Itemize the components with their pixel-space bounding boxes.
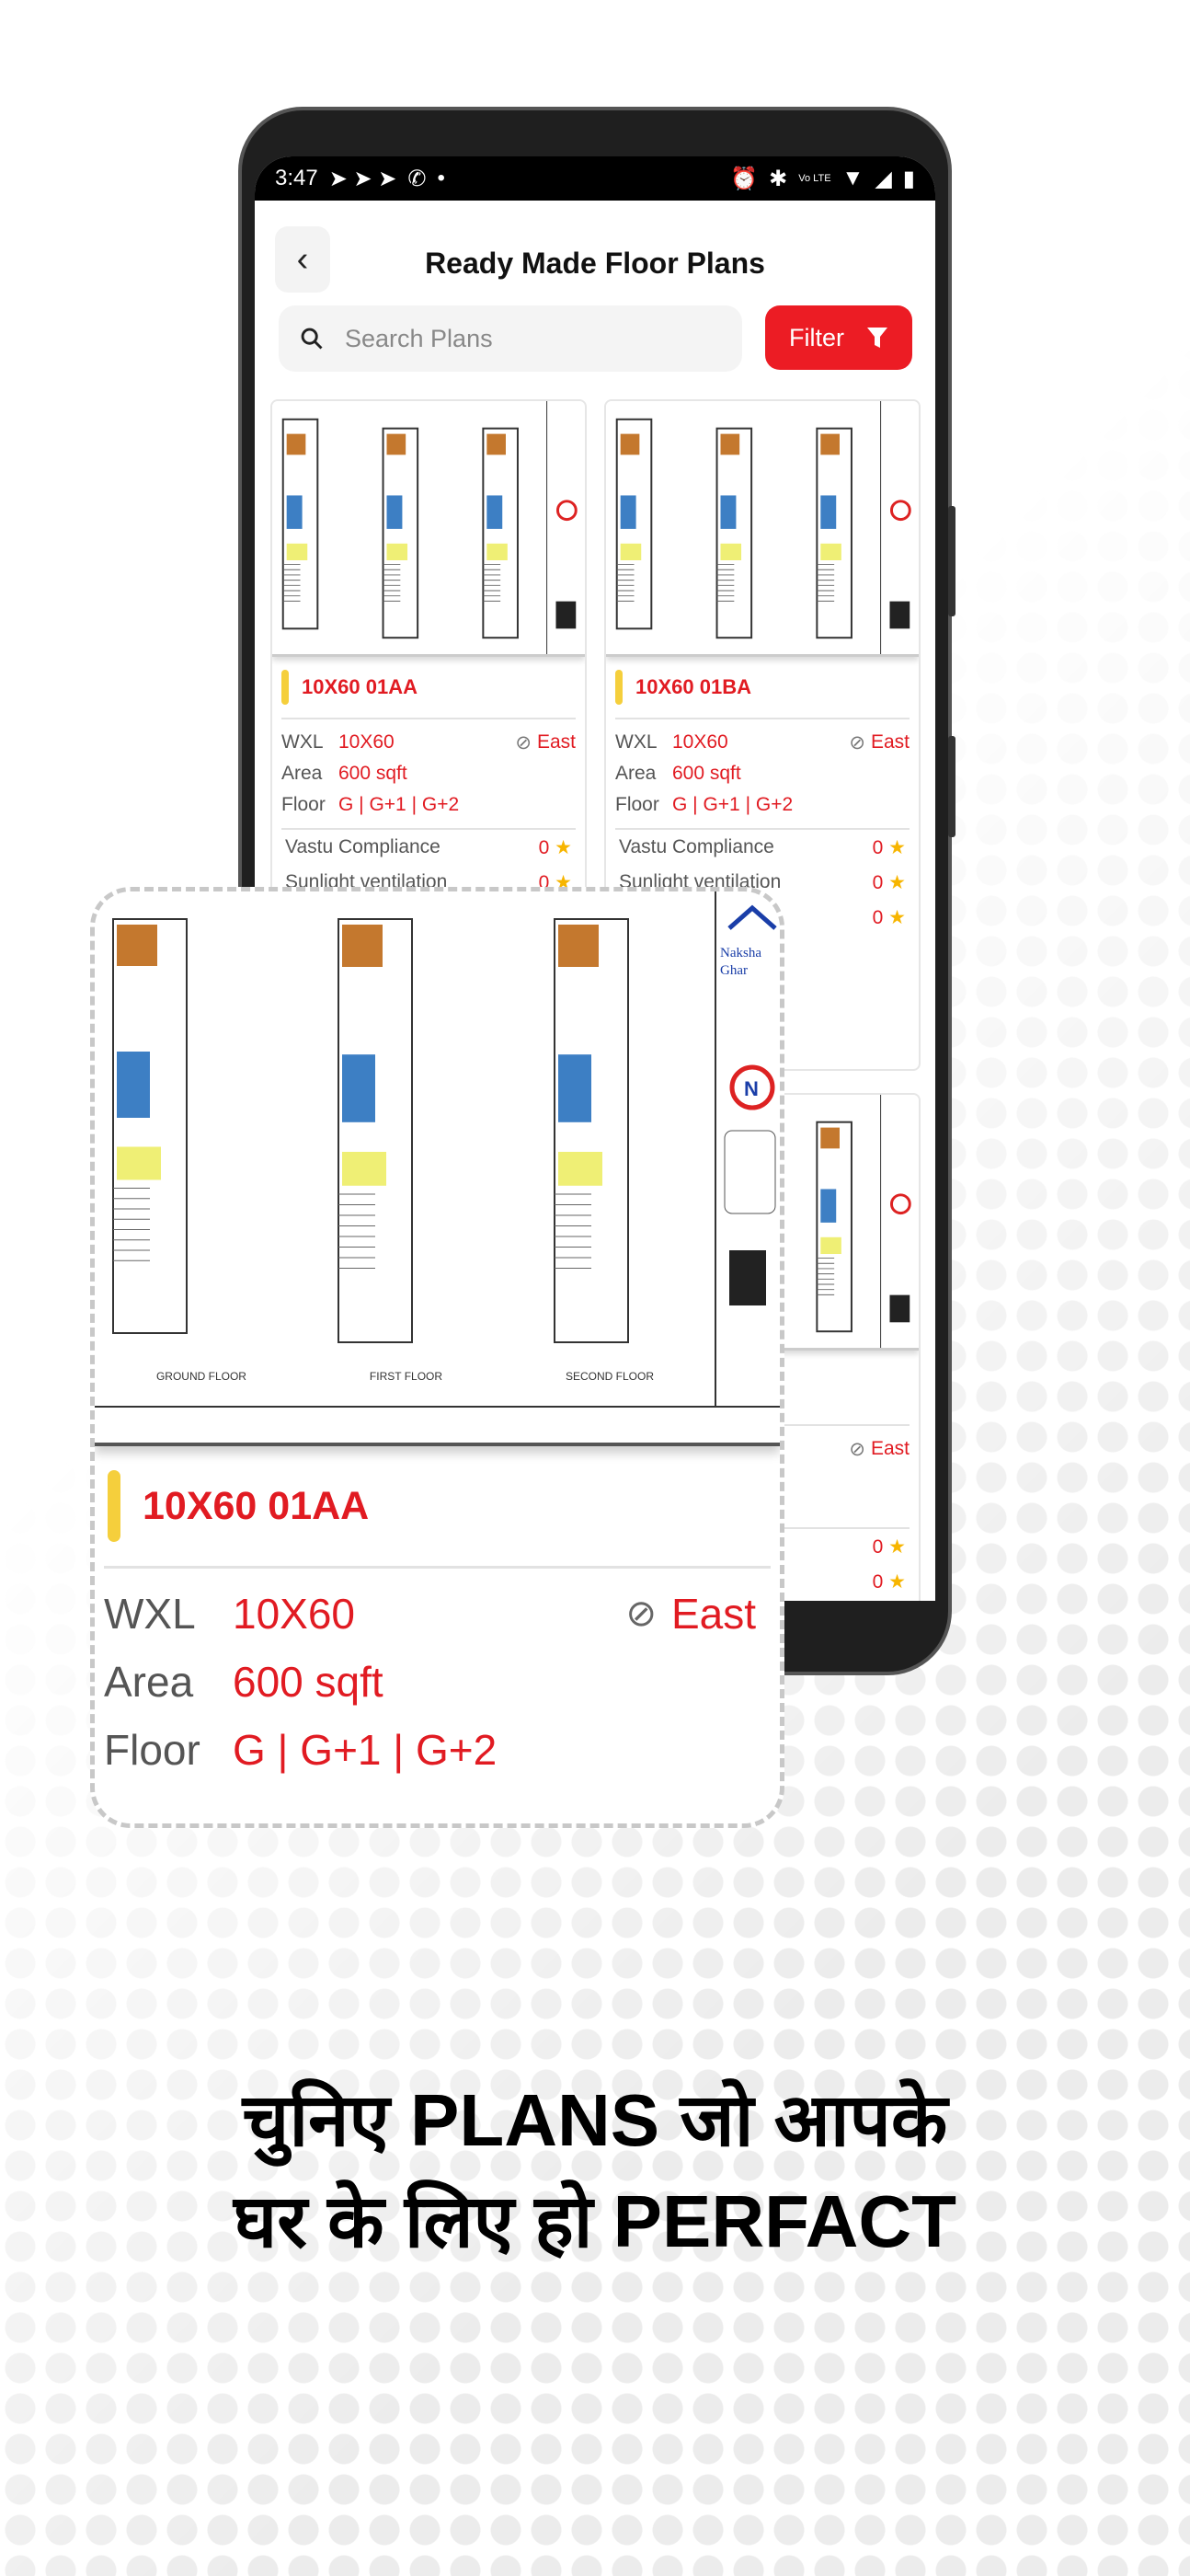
- filter-button[interactable]: Filter: [765, 305, 912, 370]
- plan-card[interactable]: 10X60 01AA WXL 10X60 ⊘ East Area 600 sqft Fl…: [270, 399, 587, 902]
- star-icon: ★: [888, 906, 906, 928]
- filter-icon: [867, 328, 887, 348]
- floor-caption: GROUND FLOOR: [155, 1370, 246, 1383]
- area-label: Area: [281, 763, 323, 784]
- facing-value: East: [670, 1590, 756, 1638]
- floor-plan-image: N Naksha Ghar GROUND FLOOR FIRST FLOOR S…: [95, 891, 780, 1446]
- floor-plan-drawing: N: [95, 891, 780, 1408]
- bluetooth-icon: ✱: [769, 166, 788, 191]
- brand-logo-icon: [727, 904, 777, 930]
- status-time: 3:47: [275, 166, 318, 190]
- highlight-bar: [615, 670, 623, 705]
- status-bar: 3:47 ➤ ➤ ➤ ✆ • ⏰ ✱ Vo LTE ▼ ◢ ▮: [255, 156, 935, 201]
- zoomed-plan-card: N Naksha Ghar GROUND FLOOR FIRST FLOOR S…: [90, 887, 784, 1828]
- star-icon: ★: [888, 1570, 906, 1593]
- wxl-value: 10X60: [672, 731, 728, 753]
- star-icon: ★: [888, 836, 906, 858]
- svg-text:N: N: [744, 1077, 759, 1100]
- floor-value: G | G+1 | G+2: [338, 794, 460, 815]
- floor-caption: SECOND FLOOR: [565, 1370, 654, 1383]
- tagline: चुनिए PLANS जो आपके घर के लिए हो PERFACT: [0, 2070, 1190, 2272]
- dot-icon: •: [437, 166, 445, 190]
- floor-caption: FIRST FLOOR: [369, 1370, 443, 1383]
- qr-code-icon: [729, 1250, 766, 1305]
- area-value: 600 sqft: [233, 1658, 383, 1706]
- whatsapp-icon: ✆: [407, 166, 427, 191]
- tagline-line-1: चुनिए PLANS जो आपके: [242, 2079, 948, 2161]
- brand-name: Naksha Ghar: [720, 946, 761, 978]
- star-icon: ★: [555, 836, 572, 858]
- highlight-bar: [108, 1470, 120, 1542]
- floor-label: Floor: [104, 1726, 200, 1774]
- wxl-label: WXL: [281, 731, 324, 753]
- compass-icon: ⊘: [849, 731, 865, 753]
- search-input[interactable]: Search Plans: [279, 305, 742, 372]
- search-icon: [301, 328, 323, 350]
- battery-icon: ▮: [902, 166, 915, 191]
- network-label: Vo LTE: [798, 173, 831, 184]
- area-value: 600 sqft: [338, 763, 407, 784]
- search-placeholder: Search Plans: [345, 324, 493, 352]
- vastu-rating: 0: [538, 836, 550, 858]
- signal-icon: ◢: [875, 166, 892, 191]
- floor-plan-image: [606, 401, 919, 657]
- floor-label: Floor: [281, 794, 326, 815]
- vastu-label: Vastu Compliance: [285, 836, 441, 857]
- floor-plan-drawing: [281, 401, 578, 654]
- floor-plan-image: [272, 401, 585, 657]
- wxl-label: WXL: [615, 731, 658, 753]
- wxl-label: WXL: [104, 1590, 196, 1638]
- telegram-icon: ➤ ➤ ➤: [328, 166, 397, 191]
- floor-value: G | G+1 | G+2: [672, 794, 794, 815]
- floor-value: G | G+1 | G+2: [233, 1726, 498, 1774]
- page-title: Ready Made Floor Plans: [425, 247, 765, 280]
- plan-code: 10X60 01BA: [635, 675, 751, 698]
- plan-code: 10X60 01AA: [143, 1483, 370, 1528]
- vastu-label: Vastu Compliance: [619, 836, 774, 857]
- rating-value: 0: [872, 1570, 884, 1593]
- area-label: Area: [104, 1658, 194, 1706]
- compass-icon: ⊘: [849, 1438, 865, 1460]
- plan-code: 10X60 01AA: [302, 675, 418, 698]
- wxl-value: 10X60: [233, 1590, 356, 1638]
- floor-plan-drawing: [615, 401, 911, 654]
- facing-value: East: [870, 1438, 910, 1459]
- compass-icon: ⊘: [515, 731, 532, 753]
- star-icon: ★: [888, 871, 906, 893]
- phone-button: [948, 506, 955, 616]
- wxl-value: 10X60: [338, 731, 395, 753]
- phone-button: [948, 736, 955, 837]
- facing-value: East: [870, 731, 910, 753]
- highlight-bar: [281, 670, 289, 705]
- floor-label: Floor: [615, 794, 659, 815]
- area-value: 600 sqft: [672, 763, 741, 784]
- tagline-line-2: घर के लिए हो PERFACT: [233, 2180, 957, 2262]
- rating-value: 0: [872, 1535, 884, 1558]
- alarm-icon: ⏰: [730, 166, 759, 191]
- star-icon: ★: [888, 1535, 906, 1558]
- sunlight-rating: 0: [872, 871, 884, 893]
- facing-value: East: [536, 731, 576, 753]
- area-label: Area: [615, 763, 657, 784]
- vastu-rating: 0: [872, 836, 884, 858]
- rating-value: 0: [872, 906, 884, 928]
- wifi-icon: ▼: [841, 166, 864, 190]
- compass-icon: ⊘: [625, 1593, 657, 1634]
- filter-label: Filter: [789, 323, 844, 351]
